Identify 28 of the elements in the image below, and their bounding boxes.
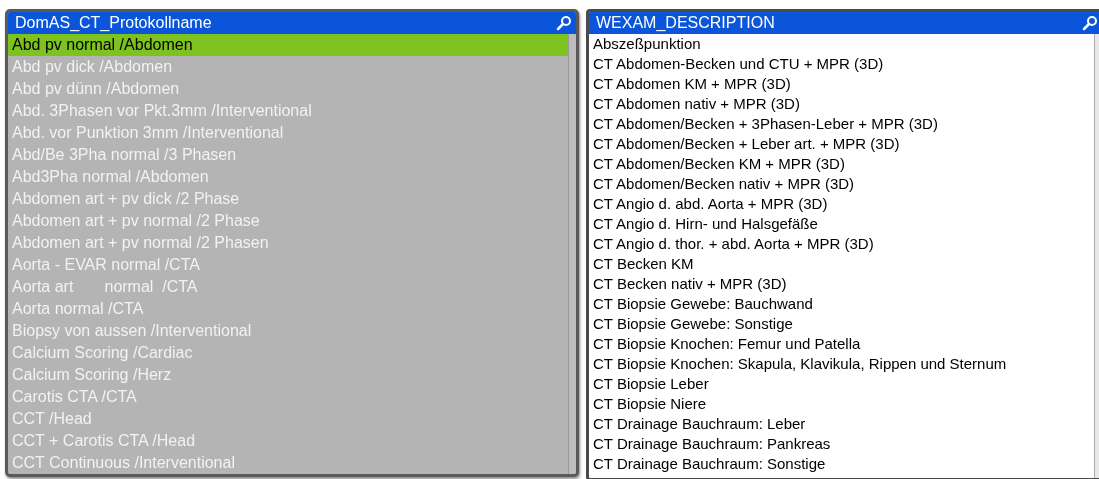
list-item[interactable]: CT Angio d. Hirn- und Halsgefäße xyxy=(589,214,1094,234)
list-item[interactable]: CT Abdomen nativ + MPR (3D) xyxy=(589,94,1094,114)
column-title: DomAS_CT_Protokollname xyxy=(15,13,213,33)
list-item[interactable]: CT Biopsie Niere xyxy=(589,394,1094,414)
list-item[interactable]: CT Abdomen/Becken + Leber art. + MPR (3D) xyxy=(589,134,1094,154)
list-item[interactable]: Abszeßpunktion xyxy=(589,34,1094,54)
search-icon[interactable] xyxy=(1082,15,1098,31)
list-item[interactable]: CT Drainage Bauchraum: Pankreas xyxy=(589,434,1094,454)
list-item[interactable]: CT Abdomen/Becken + 3Phasen-Leber + MPR (3D) xyxy=(589,114,1094,134)
list-item[interactable]: CT Biopsie Knochen: Femur und Patella xyxy=(589,334,1094,354)
list-item[interactable]: Abd pv normal /Abdomen xyxy=(8,34,568,56)
list-item[interactable]: CT Biopsie Gewebe: Bauchwand xyxy=(589,294,1094,314)
list-item[interactable]: CT Drainage Bauchraum: Sonstige xyxy=(589,454,1094,474)
list-item[interactable]: CT Drainage Bauchraum: Leber xyxy=(589,414,1094,434)
list-item[interactable]: CT Abdomen-Becken und CTU + MPR (3D) xyxy=(589,54,1094,74)
column-title: WEXAM_DESCRIPTION xyxy=(596,13,776,33)
list-item[interactable]: CT Biopsie Leber xyxy=(589,374,1094,394)
list-item[interactable]: CT Biopsie Knochen: Skapula, Klavikula, Rippen und Sternum xyxy=(589,354,1094,374)
list-item[interactable]: CT Becken KM xyxy=(589,254,1094,274)
scrollbar[interactable] xyxy=(568,34,576,474)
list-item[interactable]: CT Abdomen/Becken KM + MPR (3D) xyxy=(589,154,1094,174)
list-item[interactable]: CT Abdomen/Becken nativ + MPR (3D) xyxy=(589,174,1094,194)
list-item[interactable]: CT Becken nativ + MPR (3D) xyxy=(589,274,1094,294)
list-item[interactable]: CT Angio d. abd. Aorta + MPR (3D) xyxy=(589,194,1094,214)
search-icon[interactable] xyxy=(556,15,572,31)
list-item[interactable]: CT Abdomen KM + MPR (3D) xyxy=(589,74,1094,94)
list-item[interactable]: CT Angio d. thor. + abd. Aorta + MPR (3D) xyxy=(589,234,1094,254)
list-item[interactable]: CT Biopsie Gewebe: Sonstige xyxy=(589,314,1094,334)
